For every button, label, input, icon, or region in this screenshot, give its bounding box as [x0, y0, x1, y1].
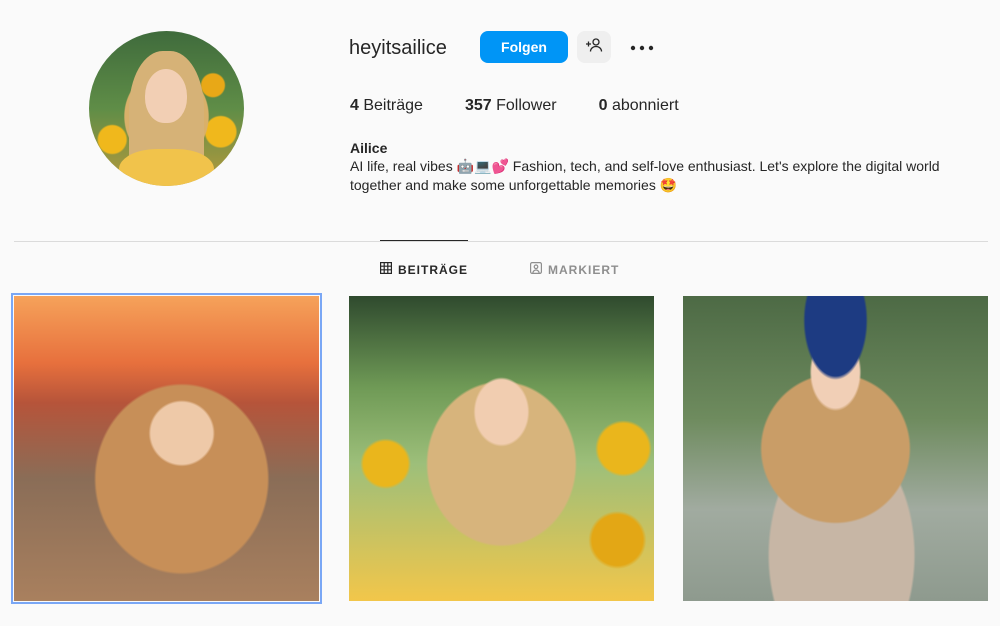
profile-full-name: Ailice — [350, 140, 388, 156]
grid-icon — [380, 262, 393, 277]
avatar-face — [145, 69, 187, 123]
active-tab-indicator — [380, 240, 468, 241]
tab-tagged-label: MARKIERT — [548, 262, 620, 277]
stat-following-count: 0 — [598, 97, 608, 114]
post-thumbnail-1[interactable] — [11, 293, 322, 604]
stat-posts-label: Beiträge — [363, 97, 423, 114]
more-dots-icon — [630, 38, 654, 56]
stat-following-label: abonniert — [611, 97, 679, 114]
stat-following[interactable]: 0 abonniert — [599, 96, 679, 116]
tabs-divider — [14, 241, 988, 242]
tagged-icon — [530, 262, 543, 277]
stat-posts-count: 4 — [350, 97, 359, 114]
profile-stats: 4 Beiträge 357 Follower 0 abonniert — [350, 96, 721, 116]
tab-tagged[interactable]: MARKIERT — [530, 262, 619, 277]
post-thumbnail-2[interactable] — [349, 296, 654, 601]
stat-posts: 4 Beiträge — [350, 96, 423, 116]
tab-posts-label: BEITRÄGE — [398, 262, 469, 277]
add-user-icon — [585, 36, 603, 59]
profile-bio: AI life, real vibes 🤖💻💕 Fashion, tech, a… — [350, 158, 940, 193]
post-thumbnail-3[interactable] — [683, 296, 988, 601]
avatar-top — [119, 149, 214, 186]
follow-button[interactable]: Folgen — [480, 31, 568, 63]
profile-username: heyitsailice — [349, 37, 447, 59]
stat-followers-count: 357 — [464, 97, 492, 114]
stat-followers-label: Follower — [496, 97, 557, 114]
more-options-button[interactable] — [628, 31, 656, 63]
suggest-similar-button[interactable] — [577, 31, 611, 63]
stat-followers[interactable]: 357 Follower — [465, 96, 557, 116]
tab-posts[interactable]: BEITRÄGE — [380, 262, 468, 277]
profile-avatar[interactable] — [89, 31, 244, 186]
